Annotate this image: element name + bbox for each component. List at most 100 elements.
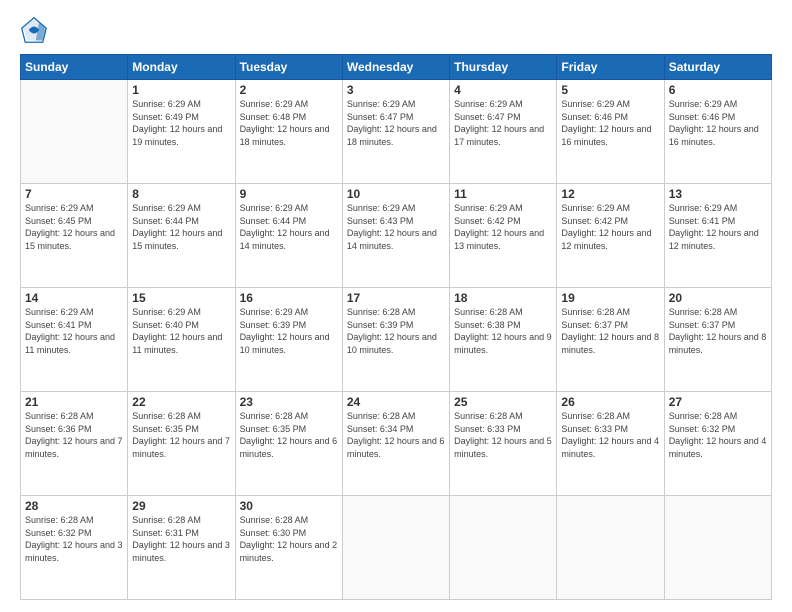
calendar-cell: 30Sunrise: 6:28 AM Sunset: 6:30 PM Dayli… <box>235 496 342 600</box>
cell-day-number: 8 <box>132 187 230 201</box>
calendar-cell: 29Sunrise: 6:28 AM Sunset: 6:31 PM Dayli… <box>128 496 235 600</box>
calendar-cell: 3Sunrise: 6:29 AM Sunset: 6:47 PM Daylig… <box>342 80 449 184</box>
cell-day-number: 22 <box>132 395 230 409</box>
calendar-cell: 12Sunrise: 6:29 AM Sunset: 6:42 PM Dayli… <box>557 184 664 288</box>
cell-day-number: 28 <box>25 499 123 513</box>
calendar-day-header: Saturday <box>664 55 771 80</box>
calendar-cell <box>21 80 128 184</box>
cell-daylight-info: Sunrise: 6:29 AM Sunset: 6:49 PM Dayligh… <box>132 98 230 148</box>
cell-daylight-info: Sunrise: 6:29 AM Sunset: 6:39 PM Dayligh… <box>240 306 338 356</box>
cell-daylight-info: Sunrise: 6:29 AM Sunset: 6:48 PM Dayligh… <box>240 98 338 148</box>
cell-daylight-info: Sunrise: 6:28 AM Sunset: 6:33 PM Dayligh… <box>454 410 552 460</box>
calendar-table: SundayMondayTuesdayWednesdayThursdayFrid… <box>20 54 772 600</box>
cell-day-number: 30 <box>240 499 338 513</box>
cell-daylight-info: Sunrise: 6:29 AM Sunset: 6:41 PM Dayligh… <box>669 202 767 252</box>
cell-day-number: 21 <box>25 395 123 409</box>
calendar-cell: 13Sunrise: 6:29 AM Sunset: 6:41 PM Dayli… <box>664 184 771 288</box>
calendar-cell: 19Sunrise: 6:28 AM Sunset: 6:37 PM Dayli… <box>557 288 664 392</box>
calendar-cell: 24Sunrise: 6:28 AM Sunset: 6:34 PM Dayli… <box>342 392 449 496</box>
cell-day-number: 3 <box>347 83 445 97</box>
calendar-cell <box>557 496 664 600</box>
calendar-cell: 7Sunrise: 6:29 AM Sunset: 6:45 PM Daylig… <box>21 184 128 288</box>
cell-day-number: 26 <box>561 395 659 409</box>
cell-day-number: 10 <box>347 187 445 201</box>
cell-daylight-info: Sunrise: 6:29 AM Sunset: 6:42 PM Dayligh… <box>561 202 659 252</box>
calendar-cell <box>450 496 557 600</box>
cell-day-number: 15 <box>132 291 230 305</box>
calendar-cell: 16Sunrise: 6:29 AM Sunset: 6:39 PM Dayli… <box>235 288 342 392</box>
cell-daylight-info: Sunrise: 6:28 AM Sunset: 6:39 PM Dayligh… <box>347 306 445 356</box>
calendar-cell: 5Sunrise: 6:29 AM Sunset: 6:46 PM Daylig… <box>557 80 664 184</box>
cell-day-number: 25 <box>454 395 552 409</box>
calendar-cell: 2Sunrise: 6:29 AM Sunset: 6:48 PM Daylig… <box>235 80 342 184</box>
cell-day-number: 20 <box>669 291 767 305</box>
calendar-cell: 27Sunrise: 6:28 AM Sunset: 6:32 PM Dayli… <box>664 392 771 496</box>
cell-day-number: 6 <box>669 83 767 97</box>
cell-daylight-info: Sunrise: 6:28 AM Sunset: 6:37 PM Dayligh… <box>561 306 659 356</box>
cell-day-number: 4 <box>454 83 552 97</box>
calendar-cell: 21Sunrise: 6:28 AM Sunset: 6:36 PM Dayli… <box>21 392 128 496</box>
cell-daylight-info: Sunrise: 6:29 AM Sunset: 6:46 PM Dayligh… <box>669 98 767 148</box>
calendar-cell: 20Sunrise: 6:28 AM Sunset: 6:37 PM Dayli… <box>664 288 771 392</box>
cell-daylight-info: Sunrise: 6:28 AM Sunset: 6:35 PM Dayligh… <box>132 410 230 460</box>
calendar-cell: 11Sunrise: 6:29 AM Sunset: 6:42 PM Dayli… <box>450 184 557 288</box>
calendar-header-row: SundayMondayTuesdayWednesdayThursdayFrid… <box>21 55 772 80</box>
calendar-cell: 14Sunrise: 6:29 AM Sunset: 6:41 PM Dayli… <box>21 288 128 392</box>
cell-daylight-info: Sunrise: 6:29 AM Sunset: 6:44 PM Dayligh… <box>132 202 230 252</box>
calendar-week-row: 7Sunrise: 6:29 AM Sunset: 6:45 PM Daylig… <box>21 184 772 288</box>
cell-daylight-info: Sunrise: 6:29 AM Sunset: 6:46 PM Dayligh… <box>561 98 659 148</box>
calendar-cell <box>664 496 771 600</box>
cell-day-number: 16 <box>240 291 338 305</box>
cell-daylight-info: Sunrise: 6:28 AM Sunset: 6:36 PM Dayligh… <box>25 410 123 460</box>
calendar-day-header: Friday <box>557 55 664 80</box>
calendar-cell: 28Sunrise: 6:28 AM Sunset: 6:32 PM Dayli… <box>21 496 128 600</box>
cell-daylight-info: Sunrise: 6:28 AM Sunset: 6:34 PM Dayligh… <box>347 410 445 460</box>
calendar-day-header: Sunday <box>21 55 128 80</box>
calendar-cell: 4Sunrise: 6:29 AM Sunset: 6:47 PM Daylig… <box>450 80 557 184</box>
calendar-day-header: Monday <box>128 55 235 80</box>
calendar-cell: 22Sunrise: 6:28 AM Sunset: 6:35 PM Dayli… <box>128 392 235 496</box>
cell-day-number: 5 <box>561 83 659 97</box>
cell-daylight-info: Sunrise: 6:29 AM Sunset: 6:41 PM Dayligh… <box>25 306 123 356</box>
cell-day-number: 17 <box>347 291 445 305</box>
calendar-cell: 1Sunrise: 6:29 AM Sunset: 6:49 PM Daylig… <box>128 80 235 184</box>
cell-day-number: 19 <box>561 291 659 305</box>
cell-day-number: 27 <box>669 395 767 409</box>
calendar-day-header: Thursday <box>450 55 557 80</box>
cell-daylight-info: Sunrise: 6:28 AM Sunset: 6:33 PM Dayligh… <box>561 410 659 460</box>
cell-day-number: 7 <box>25 187 123 201</box>
calendar-cell: 8Sunrise: 6:29 AM Sunset: 6:44 PM Daylig… <box>128 184 235 288</box>
cell-daylight-info: Sunrise: 6:28 AM Sunset: 6:32 PM Dayligh… <box>25 514 123 564</box>
cell-day-number: 11 <box>454 187 552 201</box>
calendar-week-row: 1Sunrise: 6:29 AM Sunset: 6:49 PM Daylig… <box>21 80 772 184</box>
calendar-cell: 18Sunrise: 6:28 AM Sunset: 6:38 PM Dayli… <box>450 288 557 392</box>
cell-daylight-info: Sunrise: 6:28 AM Sunset: 6:31 PM Dayligh… <box>132 514 230 564</box>
calendar-cell: 23Sunrise: 6:28 AM Sunset: 6:35 PM Dayli… <box>235 392 342 496</box>
cell-day-number: 2 <box>240 83 338 97</box>
cell-daylight-info: Sunrise: 6:29 AM Sunset: 6:42 PM Dayligh… <box>454 202 552 252</box>
cell-daylight-info: Sunrise: 6:29 AM Sunset: 6:47 PM Dayligh… <box>347 98 445 148</box>
calendar-cell: 10Sunrise: 6:29 AM Sunset: 6:43 PM Dayli… <box>342 184 449 288</box>
cell-daylight-info: Sunrise: 6:29 AM Sunset: 6:47 PM Dayligh… <box>454 98 552 148</box>
cell-daylight-info: Sunrise: 6:28 AM Sunset: 6:37 PM Dayligh… <box>669 306 767 356</box>
cell-daylight-info: Sunrise: 6:28 AM Sunset: 6:35 PM Dayligh… <box>240 410 338 460</box>
cell-day-number: 18 <box>454 291 552 305</box>
calendar-day-header: Tuesday <box>235 55 342 80</box>
cell-day-number: 23 <box>240 395 338 409</box>
cell-daylight-info: Sunrise: 6:29 AM Sunset: 6:45 PM Dayligh… <box>25 202 123 252</box>
calendar-cell <box>342 496 449 600</box>
cell-day-number: 13 <box>669 187 767 201</box>
cell-daylight-info: Sunrise: 6:29 AM Sunset: 6:44 PM Dayligh… <box>240 202 338 252</box>
cell-daylight-info: Sunrise: 6:28 AM Sunset: 6:32 PM Dayligh… <box>669 410 767 460</box>
cell-daylight-info: Sunrise: 6:28 AM Sunset: 6:30 PM Dayligh… <box>240 514 338 564</box>
calendar-cell: 26Sunrise: 6:28 AM Sunset: 6:33 PM Dayli… <box>557 392 664 496</box>
calendar-week-row: 14Sunrise: 6:29 AM Sunset: 6:41 PM Dayli… <box>21 288 772 392</box>
cell-day-number: 24 <box>347 395 445 409</box>
calendar-cell: 25Sunrise: 6:28 AM Sunset: 6:33 PM Dayli… <box>450 392 557 496</box>
cell-daylight-info: Sunrise: 6:29 AM Sunset: 6:43 PM Dayligh… <box>347 202 445 252</box>
logo <box>20 16 52 44</box>
calendar-day-header: Wednesday <box>342 55 449 80</box>
calendar-week-row: 28Sunrise: 6:28 AM Sunset: 6:32 PM Dayli… <box>21 496 772 600</box>
calendar-cell: 9Sunrise: 6:29 AM Sunset: 6:44 PM Daylig… <box>235 184 342 288</box>
calendar-week-row: 21Sunrise: 6:28 AM Sunset: 6:36 PM Dayli… <box>21 392 772 496</box>
